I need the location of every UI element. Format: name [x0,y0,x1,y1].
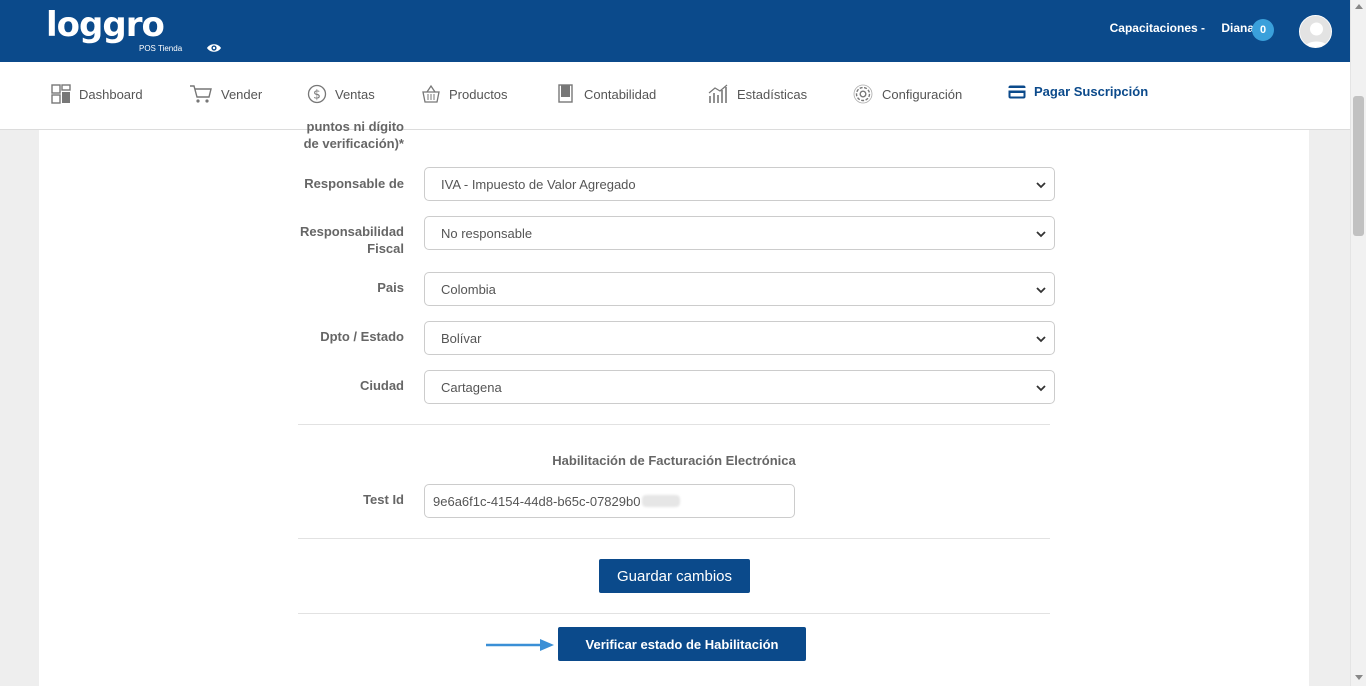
settings-card [39,130,1309,686]
label-line: puntos ni dígito [306,119,404,134]
nav-item-vender[interactable]: Vender [189,84,262,104]
nav-item-estadisticas[interactable]: Estadísticas [707,84,807,104]
arrow-right-icon [486,639,554,651]
nav-label: Vender [221,86,263,102]
user-name[interactable]: Diana [1221,21,1254,35]
responsabilidad-fiscal-select[interactable]: No responsable [424,216,1055,250]
main-nav: Dashboard Vender $ Ventas Productos Cont… [0,62,1350,130]
responsable-select[interactable]: IVA - Impuesto de Valor Agregado [424,167,1055,201]
pais-select[interactable]: Colombia [424,272,1055,306]
nav-item-ventas[interactable]: $ Ventas [307,84,375,104]
select-value: No responsable [441,225,533,241]
scroll-down-icon[interactable] [1355,675,1363,680]
chevron-down-icon [1036,385,1046,392]
gear-icon [853,84,873,104]
ciudad-label: Ciudad [359,378,404,393]
verify-habilitation-button[interactable]: Verificar estado de Habilitación [558,627,806,661]
chart-icon [708,84,728,103]
responsabilidad-fiscal-label: Responsabilidad Fiscal [264,223,404,257]
input-value: 9e6a6f1c-4154-44d8-b65c-07829b0 [433,493,641,509]
nav-label: Contabilidad [584,86,657,102]
basket-icon [422,84,440,103]
divider [298,424,1050,425]
nav-label: Productos [449,86,508,102]
chevron-down-icon [1036,287,1046,294]
nav-label: Estadísticas [737,86,808,102]
logo-text: loggro [46,5,165,45]
dollar-icon: $ [307,84,327,104]
nav-label: Pagar Suscripción [1034,84,1149,99]
nav-label: Ventas [335,86,375,102]
nav-label: Dashboard [79,86,143,102]
loggro-logo[interactable]: loggro [46,5,165,45]
user-avatar-icon [1300,16,1331,47]
cart-icon [190,85,212,103]
save-button[interactable]: Guardar cambios [599,559,750,593]
top-header: loggro POS Tienda Capacitaciones - Diana… [0,0,1350,62]
responsable-label: Responsable de [304,176,404,191]
chevron-down-icon [1036,336,1046,343]
scroll-up-icon[interactable] [1355,4,1363,9]
logo-subtitle: POS Tienda [139,44,183,53]
page-scrollbar[interactable] [1350,0,1366,686]
svg-text:$: $ [313,88,321,102]
select-value: IVA - Impuesto de Valor Agregado [441,176,636,192]
notification-badge[interactable]: 0 [1252,19,1274,41]
nav-item-contabilidad[interactable]: Contabilidad [556,84,656,104]
partial-field-label: puntos ni dígito de verificación)* [264,118,404,152]
test-id-label: Test Id [363,492,404,507]
divider [298,538,1050,539]
nav-item-dashboard[interactable]: Dashboard [51,84,143,104]
nav-item-pagar-suscripcion[interactable]: Pagar Suscripción [1008,84,1148,99]
nav-label: Configuración [882,86,963,102]
label-line: Responsabilidad [299,224,404,239]
dpto-select[interactable]: Bolívar [424,321,1055,355]
nav-item-configuracion[interactable]: Configuración [852,84,962,104]
label-line: de verificación)* [303,136,404,151]
section-title: Habilitación de Facturación Electrónica [552,453,796,468]
chevron-down-icon [1036,231,1046,238]
select-value: Bolívar [441,330,482,346]
select-value: Cartagena [441,379,502,395]
chevron-down-icon [1036,182,1046,189]
ciudad-select[interactable]: Cartagena [424,370,1055,404]
dashboard-icon [51,84,71,104]
company-dropdown[interactable]: Capacitaciones - [1110,21,1205,35]
redacted-blur [642,495,681,507]
avatar[interactable] [1299,15,1332,48]
pais-label: Pais [377,280,404,295]
nav-item-productos[interactable]: Productos [421,84,508,104]
dpto-label: Dpto / Estado [320,329,404,344]
divider [298,613,1050,614]
test-id-input[interactable]: 9e6a6f1c-4154-44d8-b65c-07829b0 [424,484,795,518]
select-value: Colombia [441,281,496,297]
eye-icon[interactable] [206,42,222,54]
book-icon [558,84,573,103]
credit-card-icon [1008,85,1026,98]
scroll-thumb[interactable] [1353,96,1364,236]
label-line: Fiscal [367,241,404,256]
